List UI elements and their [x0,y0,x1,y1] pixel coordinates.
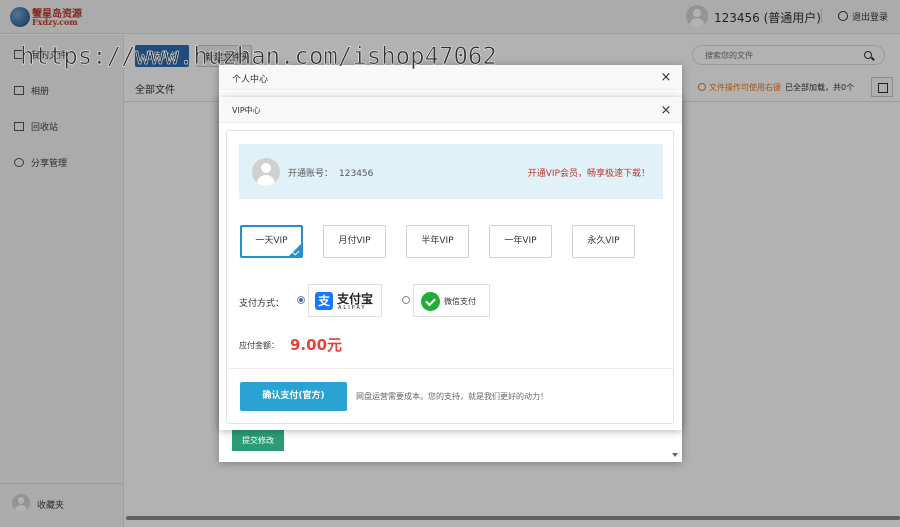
account-id: 123456 [339,169,374,179]
close-icon[interactable]: × [660,104,672,117]
plan-label: 半年VIP [421,236,454,246]
account-label: 开通账号： [288,169,334,179]
plan-option-lifetime[interactable]: 永久VIP [572,225,635,258]
dialog-title: VIP中心 [232,106,261,115]
wechat-radio[interactable] [402,296,410,304]
confirm-pay-button[interactable]: 确认支付(官方) [240,382,347,411]
support-note: 网盘运营需要成本。您的支持，就是我们更好的动力！ [356,392,548,401]
wechat-pay-option[interactable]: 微信支付 [413,284,490,317]
alipay-radio[interactable] [297,296,305,304]
vip-dialog: VIP中心 × 开通账号： 123456 开通VIP会员，畅享极速下载！ 一天VI… [219,97,682,430]
avatar-head [260,163,272,174]
plan-label: 月付VIP [338,236,371,246]
avatar-body [257,174,275,186]
dialog-header: VIP中心 × [219,97,682,123]
close-icon[interactable]: × [660,71,672,84]
dialog-title: 个人中心 [232,75,269,85]
avatar [252,158,280,186]
alipay-option[interactable]: 支 支付宝 ALIPAY [308,284,382,317]
scroll-down-arrow-icon[interactable] [671,450,679,460]
plan-label: 一年VIP [504,236,537,246]
account-info: 开通账号： 123456 [288,166,373,179]
amount-value: 9.00元 [290,336,343,354]
alipay-icon: 支 [315,292,333,310]
plan-label: 永久VIP [587,236,620,246]
vip-panel: 开通账号： 123456 开通VIP会员，畅享极速下载！ 一天VIP 月付VIP … [226,130,674,424]
wechat-pay-icon [421,292,440,311]
payment-label: 支付方式： [239,299,285,309]
plan-label: 一天VIP [255,236,288,246]
plan-option-year[interactable]: 一年VIP [489,225,552,258]
wechat-pay-label: 微信支付 [444,297,476,306]
account-bar: 开通账号： 123456 开通VIP会员，畅享极速下载！ [239,144,663,199]
plan-option-day[interactable]: 一天VIP [240,225,303,258]
submit-button[interactable]: 提交修改 [232,430,284,451]
amount-label: 应付金额： [239,341,279,350]
divider [227,368,673,369]
dialog-header: 个人中心 × [219,65,682,90]
plan-option-half-year[interactable]: 半年VIP [406,225,469,258]
check-icon [289,244,301,256]
plan-option-month[interactable]: 月付VIP [323,225,386,258]
alipay-sublabel: ALIPAY [338,305,367,311]
promo-text: 开通VIP会员，畅享极速下载！ [527,169,650,179]
